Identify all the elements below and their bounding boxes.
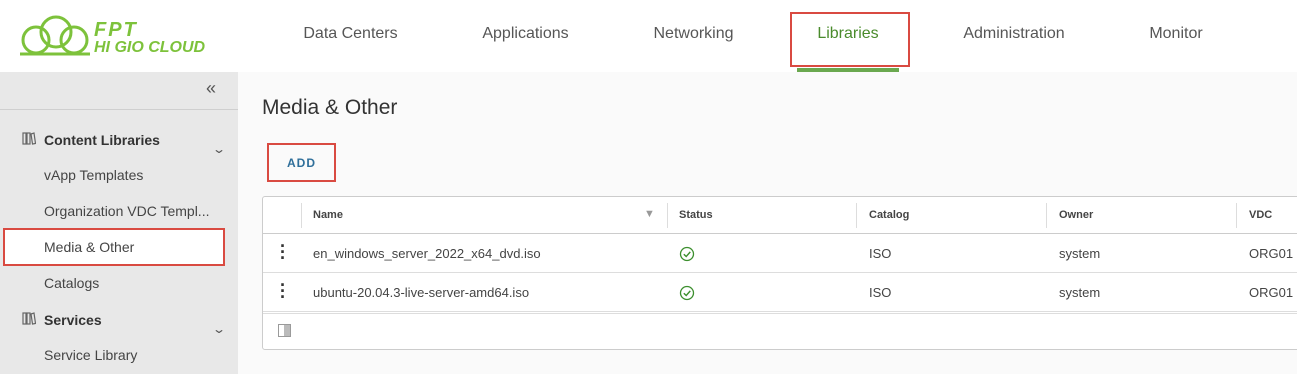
library-icon: [22, 311, 38, 328]
add-button[interactable]: ADD: [267, 143, 336, 182]
cell-name[interactable]: ubuntu-20.04.3-live-server-amd64.iso: [313, 285, 529, 300]
sidebar-group-label: Content Libraries: [44, 132, 160, 148]
nav-administration[interactable]: Administration: [944, 0, 1084, 72]
sidebar: « Content Libraries ⌄ vApp Templates Org…: [0, 72, 238, 374]
filter-icon[interactable]: ▼: [644, 208, 655, 220]
row-actions-kebab-icon[interactable]: · · ·: [280, 237, 286, 267]
sidebar-group-content-libraries[interactable]: Content Libraries: [22, 131, 160, 148]
sidebar-group-services[interactable]: Services: [22, 311, 102, 328]
datagrid-header: Name ▼ Status Catalog Owner VDC: [263, 197, 1297, 234]
fpt-logo[interactable]: FPT HI GIO CLOUD: [16, 10, 226, 62]
media-datagrid: Name ▼ Status Catalog Owner VDC · · · en_w…: [262, 196, 1297, 350]
sidebar-item-media-other[interactable]: Media & Other: [44, 239, 134, 255]
libraries-highlight-box: [790, 12, 910, 67]
column-header-owner[interactable]: Owner: [1059, 209, 1093, 221]
sidebar-item-organization-vdc-templates[interactable]: Organization VDC Templ...: [44, 203, 209, 219]
chevron-down-icon[interactable]: ⌄: [212, 322, 226, 336]
cell-catalog: ISO: [869, 246, 892, 261]
chevron-down-icon[interactable]: ⌄: [212, 142, 226, 156]
status-ok-icon: [679, 246, 695, 262]
nav-monitor[interactable]: Monitor: [1136, 0, 1216, 72]
top-header: FPT HI GIO CLOUD Data Centers Applicatio…: [0, 0, 1297, 72]
active-nav-indicator: [797, 68, 899, 72]
column-toggle-icon[interactable]: [278, 324, 291, 337]
table-row[interactable]: · · · en_windows_server_2022_x64_dvd.iso I…: [263, 234, 1297, 273]
logo-line-1: FPT: [94, 19, 138, 41]
cell-catalog: ISO: [869, 285, 892, 300]
column-header-status[interactable]: Status: [679, 209, 713, 221]
sidebar-divider: [0, 109, 238, 110]
nav-networking[interactable]: Networking: [638, 0, 749, 72]
table-row[interactable]: · · · ubuntu-20.04.3-live-server-amd64.iso…: [263, 273, 1297, 312]
sidebar-group-label: Services: [44, 312, 102, 328]
cell-owner: system: [1059, 246, 1101, 261]
nav-data-centers[interactable]: Data Centers: [290, 0, 411, 72]
column-header-vdc[interactable]: VDC: [1249, 209, 1272, 221]
column-header-catalog[interactable]: Catalog: [869, 209, 909, 221]
cell-vdc: ORG01: [1249, 246, 1294, 261]
cell-vdc: ORG01: [1249, 285, 1294, 300]
double-chevron-left-icon[interactable]: «: [206, 78, 216, 99]
status-ok-icon: [679, 285, 695, 301]
row-actions-kebab-icon[interactable]: · · ·: [280, 276, 286, 306]
column-header-name[interactable]: Name: [313, 209, 343, 221]
logo-line-2: HI GIO CLOUD: [94, 39, 206, 56]
sidebar-item-service-library[interactable]: Service Library: [44, 347, 137, 363]
page-title: Media & Other: [262, 96, 398, 119]
cloud-rings-icon: [20, 15, 90, 56]
sidebar-item-vapp-templates[interactable]: vApp Templates: [44, 167, 143, 183]
nav-applications[interactable]: Applications: [466, 0, 585, 72]
library-icon: [22, 131, 38, 148]
datagrid-footer: [263, 313, 1297, 349]
cell-name[interactable]: en_windows_server_2022_x64_dvd.iso: [313, 246, 541, 261]
sidebar-item-catalogs[interactable]: Catalogs: [44, 275, 99, 291]
cell-owner: system: [1059, 285, 1101, 300]
